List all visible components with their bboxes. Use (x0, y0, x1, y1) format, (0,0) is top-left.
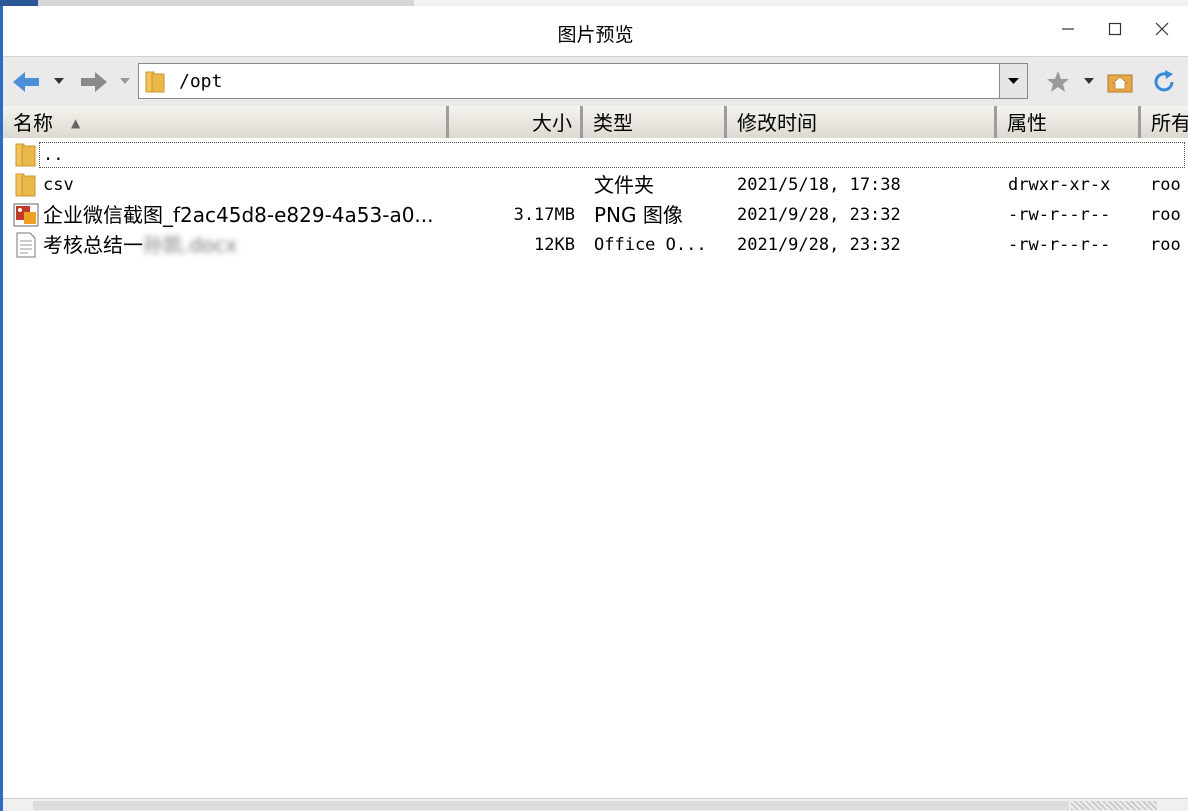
address-dropdown-button[interactable] (999, 64, 1027, 98)
column-header-label: 类型 (593, 111, 633, 135)
favorites-button[interactable] (1043, 69, 1073, 95)
list-item[interactable]: csv 文件夹 2021/5/18, 17:38 drwxr-xr-x roo (3, 170, 1188, 200)
file-type: PNG 图像 (594, 203, 683, 227)
column-header-type[interactable]: 类型 (583, 106, 727, 138)
file-owner: roo (1150, 235, 1181, 255)
file-name: csv (43, 175, 74, 195)
column-header-owner[interactable]: 所有 (1141, 106, 1188, 138)
star-icon (1047, 71, 1069, 92)
minimize-icon (1062, 28, 1074, 30)
favorites-dropdown[interactable] (1079, 71, 1099, 91)
file-modified: 2021/9/28, 23:32 (737, 205, 901, 225)
column-header-name[interactable]: 名称 ▲ (3, 106, 449, 138)
document-file-icon (16, 232, 36, 258)
close-icon (1155, 22, 1169, 36)
image-file-icon (13, 203, 39, 227)
chevron-down-icon (120, 78, 130, 84)
toolbar: /opt (3, 56, 1188, 106)
file-size (449, 170, 575, 200)
arrow-left-icon (13, 72, 39, 92)
folder-icon (15, 143, 36, 167)
maximize-icon (1108, 22, 1122, 36)
scrollbar-thumb[interactable] (1071, 801, 1157, 810)
column-header-modified[interactable]: 修改时间 (727, 106, 997, 138)
file-size: 3.17MB (513, 205, 575, 225)
file-type: 文件夹 (594, 173, 654, 197)
column-header-row: 名称 ▲ 大小 类型 修改时间 属性 所有 (3, 106, 1188, 138)
file-name: .. (43, 145, 64, 165)
folder-icon (145, 71, 165, 93)
minimize-button[interactable] (1053, 14, 1083, 44)
list-item[interactable]: 考核总结一孙凯.docx 12KB Office O... 2021/9/28,… (3, 230, 1188, 260)
home-folder-button[interactable] (1105, 69, 1135, 95)
close-button[interactable] (1147, 14, 1177, 44)
window-title: 图片预览 (557, 24, 634, 46)
column-header-label: 所有 (1151, 111, 1188, 135)
back-history-dropdown[interactable] (49, 71, 69, 91)
refresh-icon (1154, 70, 1174, 92)
file-owner: roo (1150, 175, 1181, 195)
column-header-label: 属性 (1007, 111, 1047, 135)
file-modified: 2021/9/28, 23:32 (737, 235, 901, 255)
title-bar: 图片预览 (3, 6, 1188, 56)
file-type: Office O... (594, 235, 707, 255)
horizontal-scrollbar[interactable] (3, 798, 1188, 811)
folder-icon (15, 173, 36, 197)
address-path: /opt (179, 71, 223, 92)
maximize-button[interactable] (1100, 14, 1130, 44)
column-header-size[interactable]: 大小 (449, 106, 583, 138)
chevron-down-icon (1008, 78, 1019, 84)
file-attributes: drwxr-xr-x (1008, 175, 1111, 195)
list-item[interactable]: 企业微信截图_f2ac45d8-e829-4a53-a0... 3.17MB P… (3, 200, 1188, 230)
chevron-down-icon (54, 78, 64, 84)
sort-ascending-icon: ▲ (71, 116, 81, 130)
file-owner: roo (1150, 205, 1181, 225)
file-name: 考核总结一孙凯.docx (43, 230, 443, 260)
preview-window: 图片预览 /opt 名称 ▲ 大小 类型 修改时间 属性 所有 .. csv 文… (0, 6, 1188, 811)
list-item-parent-directory[interactable]: .. (3, 140, 1188, 170)
home-folder-icon (1107, 74, 1133, 93)
forward-history-dropdown[interactable] (115, 71, 135, 91)
file-size: 12KB (534, 235, 575, 255)
column-header-label: 修改时间 (737, 111, 817, 135)
file-name-redacted: 孙凯.docx (143, 233, 238, 257)
file-attributes: -rw-r--r-- (1008, 235, 1111, 255)
file-name-visible: 考核总结一 (43, 233, 143, 257)
column-header-label: 大小 (532, 111, 572, 135)
file-modified: 2021/5/18, 17:38 (737, 175, 901, 195)
refresh-button[interactable] (1149, 69, 1179, 95)
column-header-attributes[interactable]: 属性 (997, 106, 1141, 138)
forward-button[interactable] (77, 67, 111, 97)
chevron-down-icon (1084, 78, 1094, 84)
file-name: 企业微信截图_f2ac45d8-e829-4a53-a0... (43, 203, 434, 227)
column-header-label: 名称 (13, 111, 53, 135)
arrow-right-icon (81, 72, 107, 92)
address-bar[interactable]: /opt (138, 63, 1028, 99)
file-attributes: -rw-r--r-- (1008, 205, 1111, 225)
file-list: .. csv 文件夹 2021/5/18, 17:38 drwxr-xr-x r… (3, 140, 1188, 260)
scrollbar-track (33, 801, 1069, 810)
back-button[interactable] (9, 67, 43, 97)
